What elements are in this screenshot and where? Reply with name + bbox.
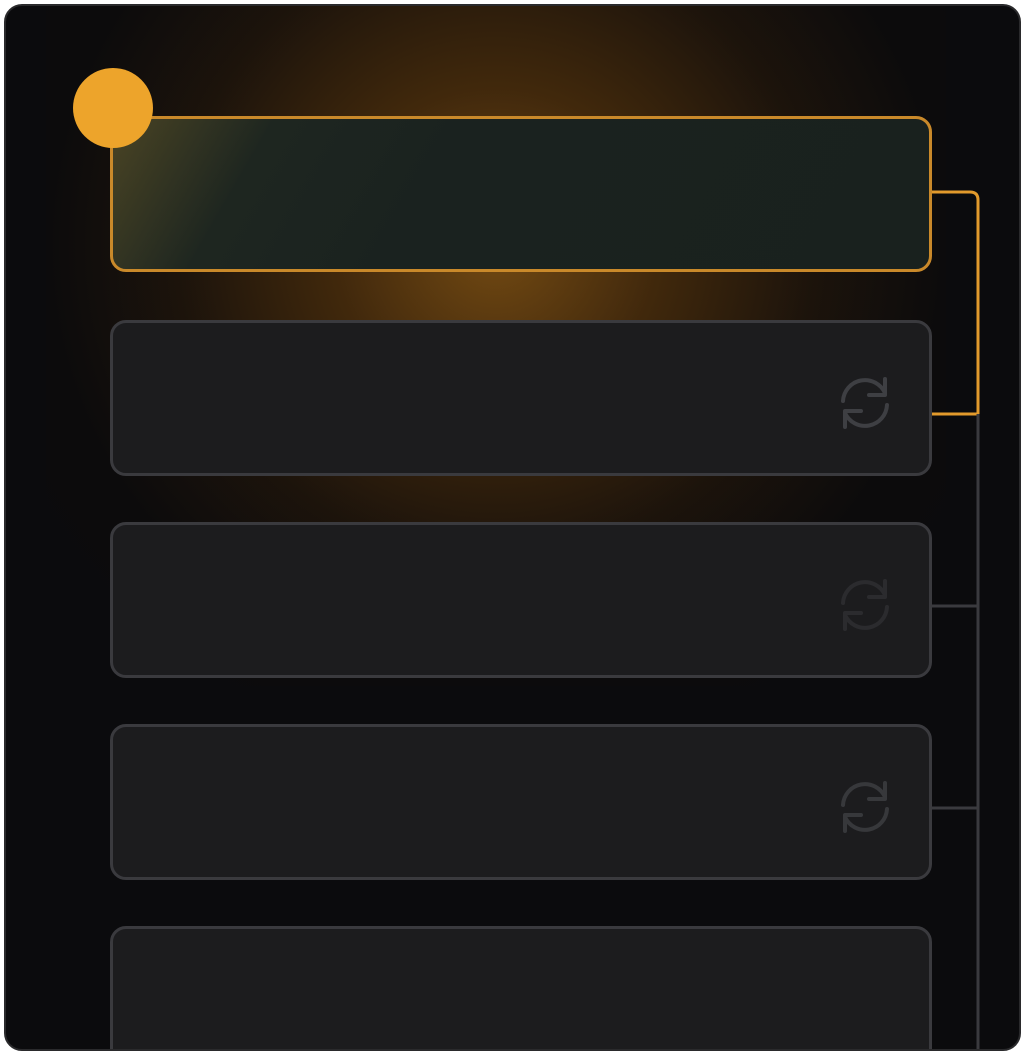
step-card-5[interactable]	[110, 926, 932, 1049]
status-indicator-dot	[73, 68, 153, 148]
refresh-icon[interactable]	[829, 771, 901, 843]
connector-active-path	[930, 190, 980, 416]
step-card-2[interactable]	[110, 320, 932, 476]
step-card-4[interactable]	[110, 724, 932, 880]
workflow-panel	[4, 4, 1021, 1051]
step-card-1[interactable]	[110, 116, 932, 272]
refresh-icon[interactable]	[829, 367, 901, 439]
step-card-3[interactable]	[110, 522, 932, 678]
refresh-icon[interactable]	[829, 569, 901, 641]
